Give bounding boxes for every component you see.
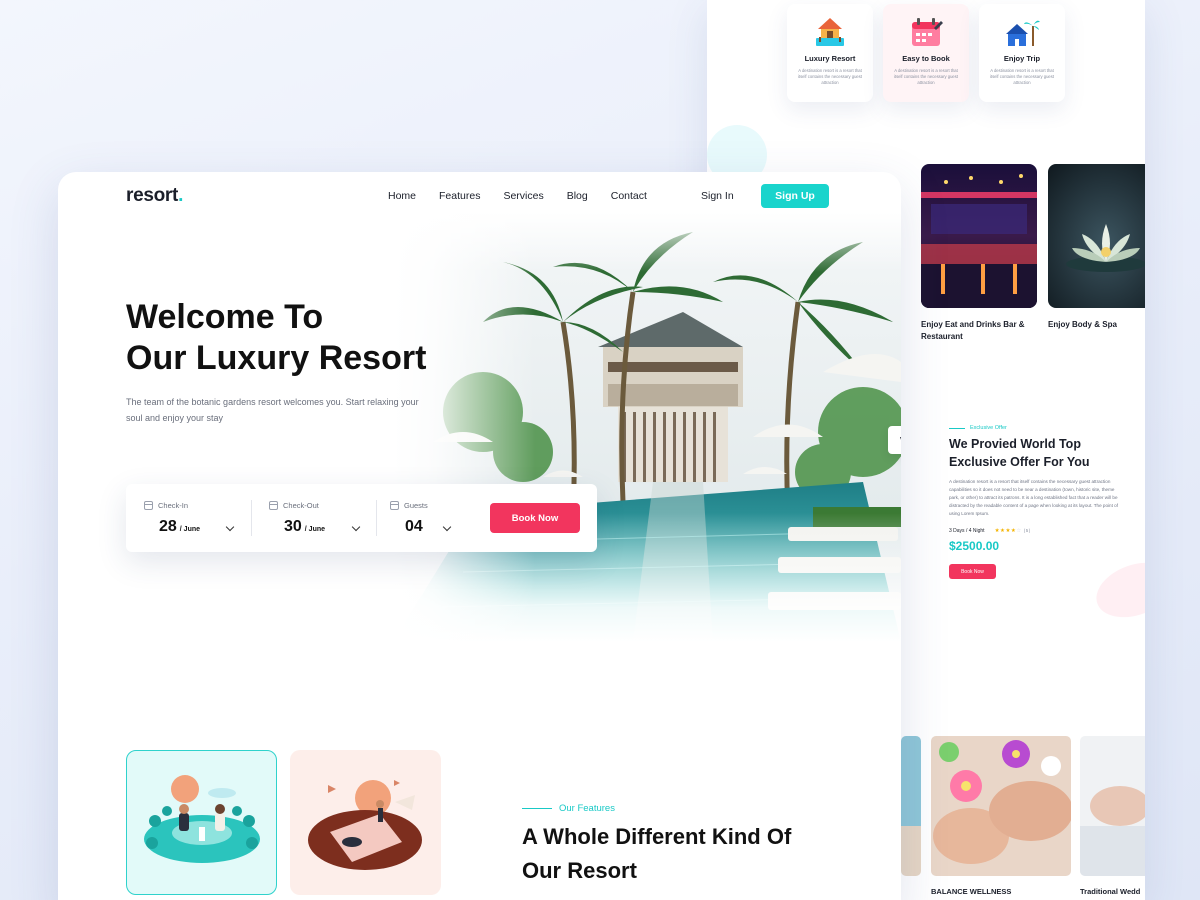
checkin-field[interactable]: Check-In 28/ June: [144, 484, 249, 552]
offer-book-now-button[interactable]: Book Now: [949, 564, 996, 579]
checkin-day: 28: [159, 518, 177, 535]
decorative-blob: [1088, 552, 1145, 628]
pool-illustration-card[interactable]: [290, 750, 441, 895]
chevron-down-icon[interactable]: [351, 522, 361, 532]
feature-card-desc: A destination resort is a resort that it…: [893, 68, 958, 86]
villa-chip[interactable]: Villa: [888, 426, 901, 454]
sign-up-button[interactable]: Sign Up: [761, 184, 829, 208]
offer-title: We Provied World Top Exclusive Offer For…: [949, 437, 1090, 469]
feature-card-desc: A destination resort is a resort that it…: [989, 68, 1054, 86]
spa-caption: Enjoy Body & Spa: [1048, 320, 1117, 329]
sign-in-link[interactable]: Sign In: [701, 190, 734, 202]
checkout-field[interactable]: Check-Out 30/ June: [269, 484, 374, 552]
wellness-caption: BALANCE WELLNESS: [931, 887, 1012, 896]
offer-label-text: Exclusive Offer: [970, 425, 1007, 431]
calendar-icon: [390, 501, 399, 510]
star-rating: ★★★★☆ (5): [994, 528, 1031, 534]
offer-price: $2500.00: [949, 539, 1000, 553]
offer-section-label: Exclusive Offer: [949, 425, 1007, 431]
booking-form: Check-In 28/ June Check-Out 30/ June Gue…: [126, 484, 597, 552]
nav-blog[interactable]: Blog: [567, 190, 588, 202]
label-line: [522, 808, 552, 809]
checkout-label: Check-Out: [283, 501, 319, 510]
house-palm-icon: [1004, 14, 1040, 50]
spa-lotus-photo[interactable]: [1048, 164, 1145, 308]
offer-meta: 3 Days / 4 Night ★★★★☆ (5): [949, 528, 1031, 534]
features-section-label: Our Features: [522, 803, 615, 814]
book-now-button[interactable]: Book Now: [490, 503, 580, 533]
feature-card-title: Luxury Resort: [804, 54, 856, 63]
checkin-month: / June: [179, 526, 201, 533]
calendar-booking-icon: [908, 14, 944, 50]
guests-label: Guests: [404, 501, 428, 510]
wedding-photo[interactable]: [1080, 736, 1145, 876]
feature-card-enjoy-trip[interactable]: Enjoy Trip A destination resort is a res…: [979, 4, 1065, 102]
feature-card-desc: A destination resort is a resort that it…: [797, 68, 862, 86]
divider: [376, 500, 377, 536]
guests-field[interactable]: Guests 04: [390, 484, 480, 552]
feature-card-title: Enjoy Trip: [1003, 54, 1041, 63]
hero-title: Welcome To Our Luxury Resort: [126, 298, 427, 378]
wedding-caption: Traditional Wedd: [1080, 887, 1141, 896]
features-label-text: Our Features: [559, 803, 615, 814]
hero-subtitle: The team of the botanic gardens resort w…: [126, 397, 419, 423]
chevron-down-icon[interactable]: [225, 522, 235, 532]
dining-illustration-card[interactable]: [126, 750, 277, 895]
wellness-foot-spa-photo[interactable]: [931, 736, 1071, 876]
checkout-day: 30: [284, 518, 302, 535]
chevron-down-icon[interactable]: [442, 522, 452, 532]
beach-hut-icon: [812, 14, 848, 50]
features-section-title: A Whole Different Kind Of Our Resort: [522, 824, 792, 884]
guests-value: 04: [405, 518, 423, 535]
label-line: [949, 427, 965, 429]
calendar-icon: [269, 501, 278, 510]
feature-card-title: Easy to Book: [902, 54, 950, 63]
calendar-icon: [144, 501, 153, 510]
feature-card-easy-to-book[interactable]: Easy to Book A destination resort is a r…: [883, 4, 969, 102]
main-nav: Home Features Services Blog Contact: [388, 190, 670, 202]
landing-page: resort. Home Features Services Blog Cont…: [58, 172, 901, 900]
checkout-month: / June: [304, 526, 326, 533]
offer-duration: 3 Days / 4 Night: [949, 528, 985, 534]
brand-logo[interactable]: resort.: [126, 185, 183, 207]
divider: [251, 500, 252, 536]
bar-restaurant-photo[interactable]: [921, 164, 1037, 308]
nav-home[interactable]: Home: [388, 190, 416, 202]
bar-restaurant-caption: Enjoy Eat and Drinks Bar & Restaurant: [921, 320, 1025, 341]
nav-features[interactable]: Features: [439, 190, 480, 202]
hero-image-fade: [393, 212, 901, 642]
offer-description: A destination resort is a resort that it…: [949, 479, 1118, 517]
beach-photo[interactable]: [901, 736, 921, 876]
feature-card-luxury-resort[interactable]: Luxury Resort A destination resort is a …: [787, 4, 873, 102]
checkin-label: Check-In: [158, 501, 189, 510]
nav-contact[interactable]: Contact: [611, 190, 647, 202]
nav-services[interactable]: Services: [503, 190, 543, 202]
